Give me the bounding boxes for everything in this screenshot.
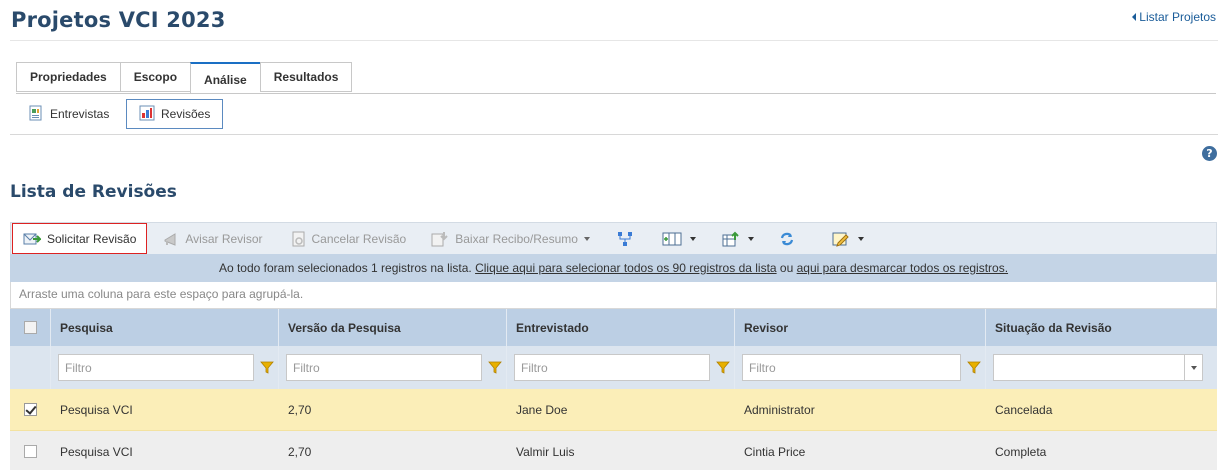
cell-entrevistado: Jane Doe [516,402,568,417]
tab-bar: Propriedades Escopo Análise Resultados [16,62,353,94]
edit-layout-icon[interactable] [822,224,874,254]
column-header-pesquisa[interactable]: Pesquisa [51,309,279,346]
row-select-cell [10,389,51,430]
divider [10,134,1218,135]
document-icon [28,105,44,124]
notify-reviewer-button[interactable]: Avisar Revisor [153,224,272,254]
subtab-entrevistas-label: Entrevistas [50,107,110,121]
subtab-revisoes-label: Revisões [161,107,211,121]
row-checkbox[interactable] [23,403,37,416]
cell-pesquisa: Pesquisa VCI [60,402,133,417]
chevron-down-icon [747,236,754,241]
cell-versao: 2,70 [288,444,312,459]
status-filter-select[interactable] [993,354,1203,381]
filter-cell: Filtro [507,346,735,389]
divider [10,40,1218,41]
column-header-revisor[interactable]: Revisor [735,309,986,346]
grid-header: Pesquisa Versão da Pesquisa Entrevistado… [10,309,1217,346]
page-title: Projetos VCI 2023 [11,8,226,32]
download-receipt-button[interactable]: Baixar Recibo/Resumo [421,224,600,254]
selection-notice: Ao todo foram selecionados 1 registros n… [10,254,1217,282]
subtab-entrevistas[interactable]: Entrevistas [16,99,121,129]
column-header-versao[interactable]: Versão da Pesquisa [279,309,507,346]
send-icon [23,233,41,244]
cancel-review-button[interactable]: Cancelar Revisão [282,224,417,254]
table-row[interactable]: Pesquisa VCI 2,70 Valmir Luis Cintia Pri… [10,431,1217,470]
refresh-icon[interactable] [768,224,806,254]
cell-pesquisa: Pesquisa VCI [60,444,133,459]
notice-middle: ou [776,261,797,275]
chevron-left-icon [1132,13,1137,21]
tab-propriedades[interactable]: Propriedades [16,62,120,92]
hierarchy-icon[interactable] [606,224,644,254]
filter-icon[interactable] [716,361,730,374]
select-all-checkbox[interactable] [23,321,37,334]
filter-cell: Filtro [279,346,507,389]
tab-divider [16,93,1216,94]
filter-cell: Filtro [51,346,279,389]
section-title: Lista de Revisões [10,182,177,202]
column-header-situacao[interactable]: Situação da Revisão [986,309,1217,346]
table-row[interactable]: Pesquisa VCI 2,70 Jane Doe Administrator… [10,389,1217,431]
chart-icon [139,105,155,124]
tab-escopo[interactable]: Escopo [119,62,191,92]
filter-cell: Filtro [735,346,986,389]
cell-revisor: Cintia Price [744,444,806,459]
notice-text: Ao todo foram selecionados 1 registros n… [218,261,476,275]
request-review-label: Solicitar Revisão [47,231,137,246]
filter-input-pesquisa[interactable]: Filtro [58,354,254,381]
column-header-entrevistado[interactable]: Entrevistado [507,309,735,346]
deselect-all-link[interactable]: aqui para desmarcar todos os registros. [797,261,1008,275]
tab-resultados[interactable]: Resultados [259,62,353,92]
reviews-grid: Pesquisa Versão da Pesquisa Entrevistado… [10,309,1217,470]
megaphone-icon [164,232,176,246]
filter-input-versao[interactable]: Filtro [286,354,482,381]
cell-versao: 2,70 [288,402,312,417]
chevron-down-icon [689,236,696,241]
toolbar: Solicitar Revisão Avisar Revisor Cancela… [10,222,1217,254]
tab-analise[interactable]: Análise [190,62,260,94]
filter-icon[interactable] [488,361,502,374]
select-all-link[interactable]: Clique aqui para selecionar todos os 90 … [475,261,777,275]
cancel-document-icon [292,231,305,246]
cell-entrevistado: Valmir Luis [516,444,575,459]
row-select-cell [10,431,51,470]
help-icon[interactable]: ? [1202,146,1217,161]
download-receipt-label: Baixar Recibo/Resumo [455,231,578,246]
group-drop-area[interactable]: Arraste uma coluna para este espaço para… [10,282,1217,309]
filter-cell [986,346,1217,389]
download-icon [431,231,448,246]
row-checkbox[interactable] [23,445,37,458]
notify-reviewer-label: Avisar Revisor [185,231,263,246]
chevron-down-icon [857,236,864,241]
subtab-revisoes[interactable]: Revisões [126,99,224,129]
filter-row: Filtro Filtro Filtro Filtro [10,346,1217,389]
chevron-down-icon[interactable] [1184,355,1202,380]
cell-situacao: Completa [995,444,1047,459]
list-projects-label: Listar Projetos [1139,10,1216,24]
filter-input-entrevistado[interactable]: Filtro [514,354,710,381]
request-review-button[interactable]: Solicitar Revisão [12,223,148,254]
cell-revisor: Administrator [744,402,815,417]
filter-input-revisor[interactable]: Filtro [742,354,961,381]
cell-situacao: Cancelada [995,402,1053,417]
export-icon[interactable] [712,224,764,254]
select-all-cell [10,309,51,346]
filter-icon[interactable] [260,361,274,374]
filter-spacer [10,346,51,389]
cancel-review-label: Cancelar Revisão [311,231,407,246]
filter-icon[interactable] [967,361,981,374]
list-projects-link[interactable]: Listar Projetos [1132,10,1216,24]
expand-columns-icon[interactable] [652,224,706,254]
chevron-down-icon [583,236,590,241]
